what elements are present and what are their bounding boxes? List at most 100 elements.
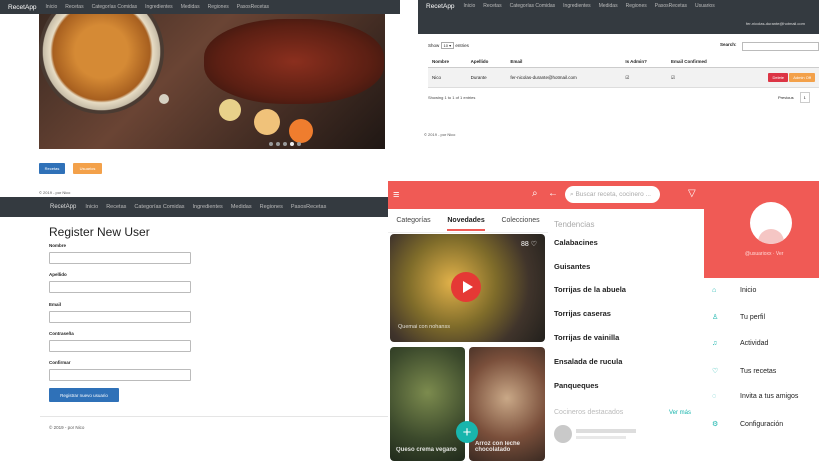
trend-item[interactable]: Ensalada de rucula: [554, 357, 622, 366]
menu-label: Tus recetas: [740, 367, 777, 375]
menu-item-invita[interactable]: ◌ Invita a tus amigos: [712, 393, 798, 400]
top-navbar: RecetApp Inicio Recetas Categorías Comid…: [418, 0, 819, 34]
is-admin-checkbox[interactable]: ☑: [621, 67, 668, 88]
trend-item[interactable]: Calabacines: [554, 238, 598, 247]
trend-item[interactable]: Torrijas de la abuela: [554, 285, 626, 294]
apellido-input[interactable]: [49, 281, 191, 293]
table-info: Showing 1 to 1 of 1 entries: [428, 95, 476, 100]
nav-recetas[interactable]: Recetas: [65, 4, 83, 10]
tab-categorias[interactable]: Categorías: [396, 217, 430, 224]
play-icon[interactable]: [451, 272, 481, 302]
cell-apellido: Durante: [466, 67, 507, 88]
register-button[interactable]: Registrar nuevo usuario: [49, 388, 119, 402]
top-navbar: RecetApp Inicio Recetas Categorías Comid…: [0, 197, 388, 217]
onion-slice: [219, 99, 241, 121]
tab-colecciones[interactable]: Colecciones: [501, 217, 539, 224]
brand-link[interactable]: RecetApp: [50, 204, 76, 210]
cook-handle-placeholder: [576, 436, 626, 439]
menu-item-tus-recetas[interactable]: ♡ Tus recetas: [712, 367, 777, 376]
nav-regiones[interactable]: Regiones: [208, 4, 229, 10]
page-length-select[interactable]: 10 ▾: [440, 42, 455, 49]
video-recipe-card[interactable]: 88 ♡ Quemai con nohanss: [390, 234, 545, 342]
nav-categorias[interactable]: Categorías Comidas: [134, 204, 184, 210]
person-icon: ♙: [712, 314, 719, 321]
nav-ingredientes[interactable]: Ingredientes: [193, 204, 223, 210]
tab-bar: Categorías Novedades Colecciones: [388, 209, 548, 233]
page-1-button[interactable]: 1: [799, 92, 810, 103]
nav-categorias[interactable]: Categorías Comidas: [92, 4, 138, 10]
admin-off-button[interactable]: Admin Off: [789, 73, 815, 82]
trend-item[interactable]: Torrijas caseras: [554, 309, 611, 318]
search-input[interactable]: ⌕ Buscar receta, cocinero ...: [565, 186, 660, 203]
nav-medidas[interactable]: Medidas: [599, 3, 618, 9]
nav-ingredientes[interactable]: Ingredientes: [563, 3, 591, 9]
nav-pasos-recetas[interactable]: PasosRecetas: [237, 4, 269, 10]
nav-recetas[interactable]: Recetas: [106, 204, 126, 210]
trend-item[interactable]: Torrijas de vainilla: [554, 333, 619, 342]
nav-categorias[interactable]: Categorías Comidas: [510, 3, 556, 9]
divider: [40, 416, 388, 417]
usuarios-button[interactable]: Usuarios: [73, 163, 102, 174]
recipe-card[interactable]: Queso crema vegano: [390, 347, 465, 461]
previous-button[interactable]: Previous: [778, 95, 794, 100]
nav-inicio[interactable]: Inicio: [46, 4, 58, 10]
col-apellido[interactable]: Apellido: [466, 56, 507, 68]
profile-avatar-icon[interactable]: [750, 202, 792, 244]
menu-icon[interactable]: ≡: [393, 189, 399, 201]
back-arrow-icon[interactable]: ←: [548, 188, 558, 199]
trends-panel: Tendencias Calabacines Guisantes Torrija…: [548, 220, 704, 461]
trend-item[interactable]: Guisantes: [554, 262, 590, 271]
carousel-indicators[interactable]: [269, 142, 301, 146]
menu-item-tu-perfil[interactable]: ♙ Tu perfil: [712, 313, 766, 322]
email-confirmed-checkbox[interactable]: ☑: [667, 67, 735, 88]
menu-item-actividad[interactable]: ♫ Actividad: [712, 340, 768, 347]
filter-icon[interactable]: ▽: [688, 188, 696, 199]
page-length-value: 10: [443, 43, 448, 48]
tomato: [289, 119, 313, 143]
ver-mas-link[interactable]: Ver más: [669, 410, 691, 416]
recipe-card[interactable]: Arroz con leche chocolatado: [469, 347, 545, 461]
nav-medidas[interactable]: Medidas: [231, 204, 252, 210]
recetas-button[interactable]: Recetas: [39, 163, 65, 174]
drawer-menu: ⌂ Inicio ♙ Tu perfil ♫ Actividad ♡ Tus recet…: [704, 278, 819, 461]
page-title: Register New User: [49, 225, 150, 239]
nav-usuarios[interactable]: Usuarios: [695, 3, 715, 9]
nav-recetas[interactable]: Recetas: [483, 3, 501, 9]
col-is-admin[interactable]: Is Admin?: [621, 56, 668, 68]
nav-regiones[interactable]: Regiones: [626, 3, 647, 9]
menu-label: Tu perfil: [740, 313, 766, 321]
add-recipe-button[interactable]: +: [456, 421, 478, 443]
heart-icon: ♡: [712, 368, 719, 375]
nav-pasos-recetas[interactable]: PasosRecetas: [655, 3, 687, 9]
nav-pasos-recetas[interactable]: PasosRecetas: [291, 204, 326, 210]
nav-medidas[interactable]: Medidas: [181, 4, 200, 10]
pasta-plate: [39, 14, 164, 114]
col-email[interactable]: Email: [506, 56, 622, 68]
col-email-confirmed[interactable]: Email Confirmed: [667, 56, 735, 68]
col-nombre[interactable]: Nombre: [428, 56, 467, 68]
brand-link[interactable]: RecetApp: [8, 4, 37, 11]
menu-item-inicio[interactable]: ⌂ Inicio: [712, 287, 756, 294]
delete-button[interactable]: Delete: [768, 73, 789, 82]
brand-link[interactable]: RecetApp: [426, 3, 455, 10]
contrasena-input[interactable]: [49, 340, 191, 352]
trend-item[interactable]: Panqueques: [554, 381, 599, 390]
nav-inicio[interactable]: Inicio: [464, 3, 476, 9]
nombre-input[interactable]: [49, 252, 191, 264]
nav-ingredientes[interactable]: Ingredientes: [145, 4, 173, 10]
search-input[interactable]: [742, 42, 819, 51]
search-icon[interactable]: ⌕: [532, 188, 538, 199]
menu-item-configuracion[interactable]: ⚙ Configuración: [712, 420, 783, 429]
nav-regiones[interactable]: Regiones: [260, 204, 283, 210]
confirmar-input[interactable]: [49, 369, 191, 381]
user-email-link[interactable]: fer-nicolas-durante@hotmail.com: [746, 21, 805, 26]
avatar[interactable]: [554, 425, 572, 443]
tab-novedades[interactable]: Novedades: [447, 217, 485, 231]
nav-inicio[interactable]: Inicio: [85, 204, 98, 210]
show-label: Show: [428, 43, 440, 48]
search-placeholder: Buscar receta, cocinero ...: [575, 191, 651, 198]
email-input[interactable]: [49, 311, 191, 323]
carousel-image[interactable]: [39, 14, 385, 149]
users-admin-screenshot: RecetApp Inicio Recetas Categorías Comid…: [418, 0, 819, 150]
drawer-username[interactable]: @usuarioxx · Ver: [745, 251, 783, 257]
